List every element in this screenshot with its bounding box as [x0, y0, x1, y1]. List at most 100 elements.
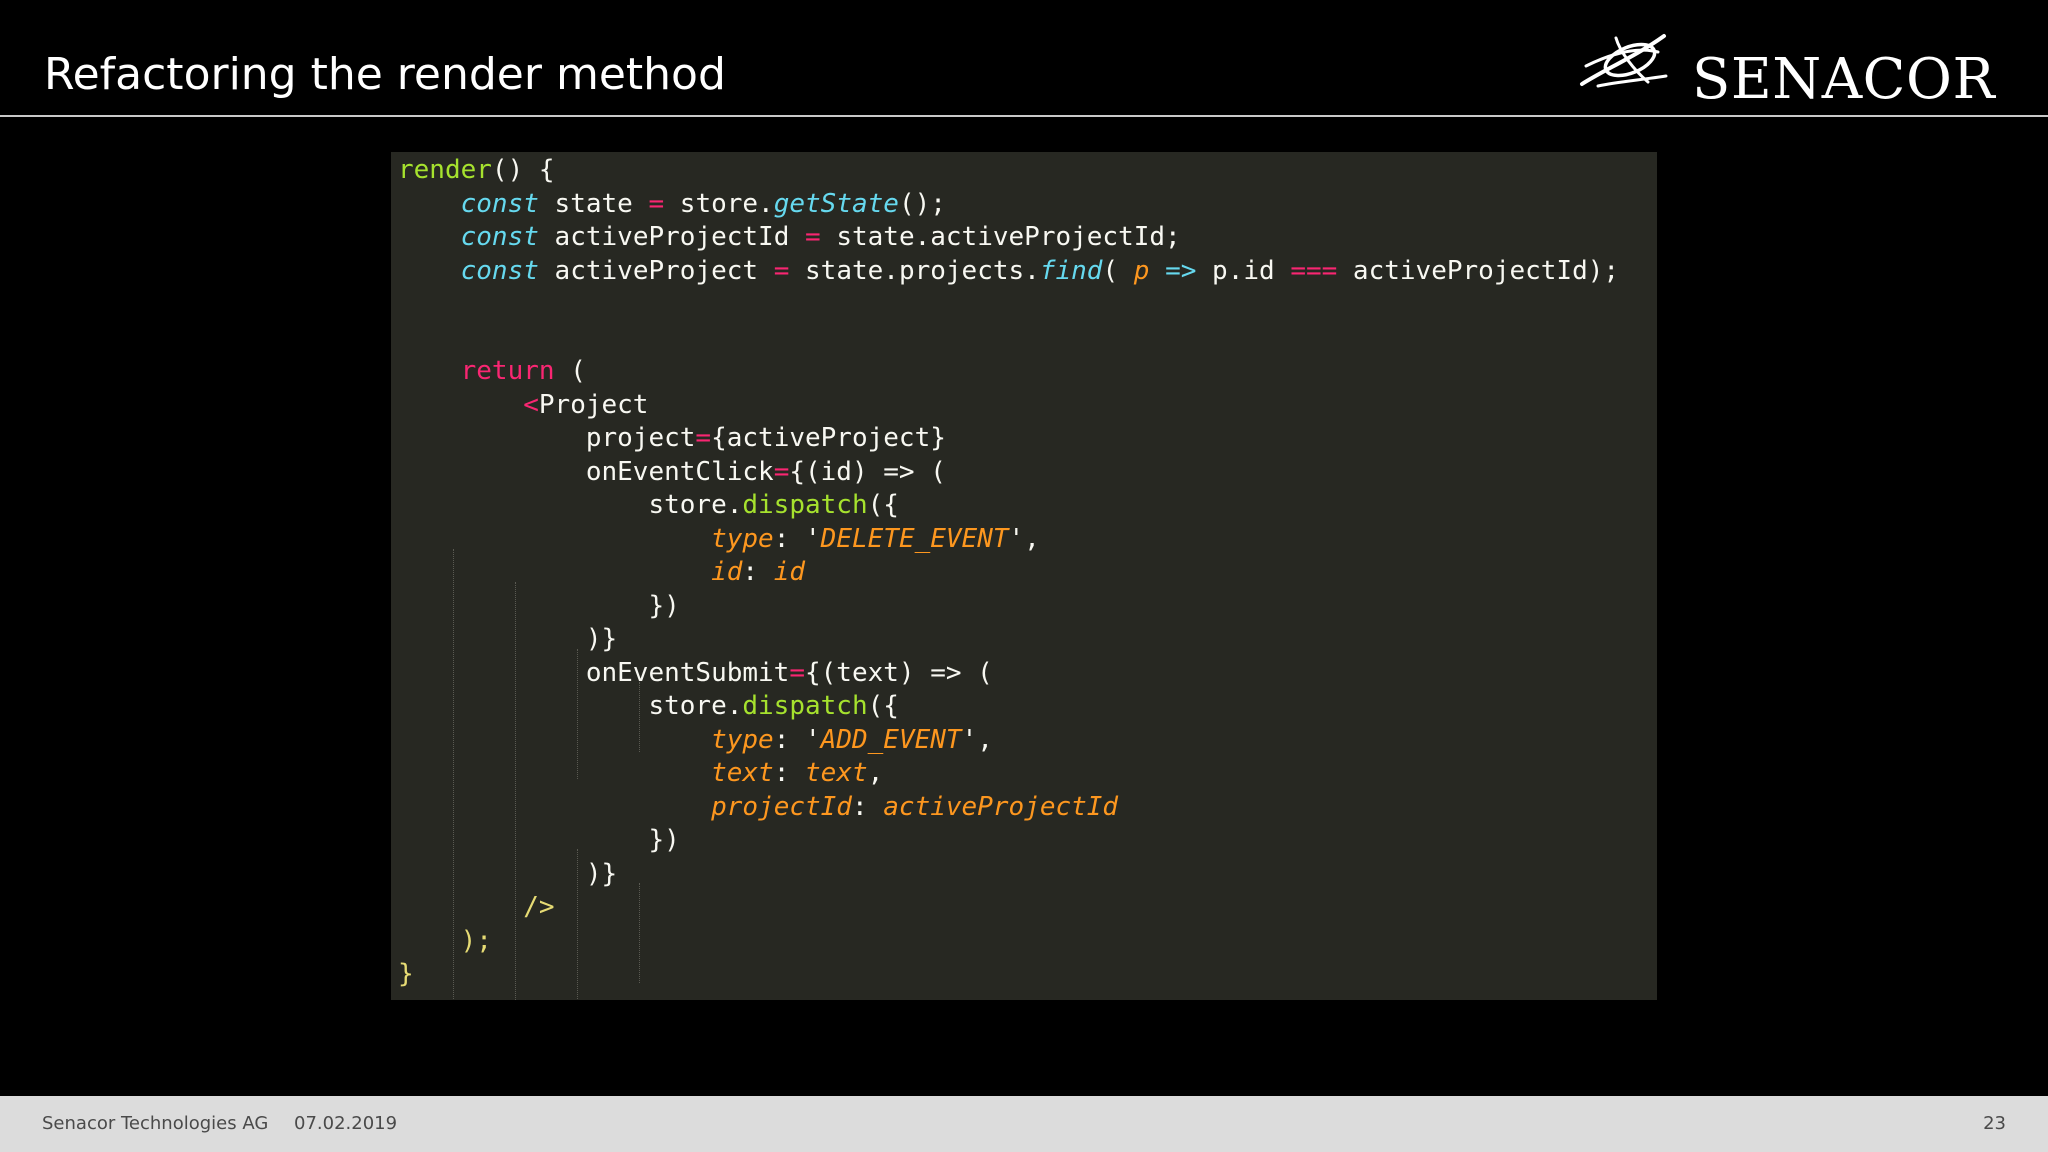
- code-token: ',: [1008, 523, 1040, 554]
- code-token: : ': [773, 724, 821, 755]
- code-line: )}: [398, 858, 1619, 892]
- code-token: =: [789, 657, 805, 688]
- code-line: onEventSubmit={(text) => (: [398, 657, 1619, 691]
- code-editor-panel: render() { const state = store.getState(…: [391, 152, 1657, 1000]
- code-token: store.: [398, 691, 743, 721]
- code-token: return: [460, 356, 555, 386]
- code-token: ',: [961, 724, 993, 755]
- code-token: state: [538, 188, 649, 219]
- code-line: store.dispatch({: [398, 690, 1619, 724]
- code-token: onEventClick: [398, 456, 774, 487]
- code-token: ({: [867, 490, 899, 520]
- code-token: :: [851, 791, 884, 822]
- code-token: p: [1133, 255, 1150, 286]
- code-line: const activeProjectId = state.activeProj…: [398, 221, 1619, 255]
- code-line: <Project: [398, 389, 1619, 423]
- footer-date: 07.02.2019: [294, 1113, 398, 1134]
- code-line: type: 'ADD_EVENT',: [398, 724, 1619, 758]
- code-token: type: [711, 724, 774, 755]
- code-token: state.projects.: [789, 255, 1040, 286]
- code-token: =: [695, 423, 712, 453]
- code-token: activeProjectId: [538, 222, 806, 252]
- senacor-swirl-logo-icon: [1580, 34, 1668, 88]
- code-token: ===: [1290, 255, 1338, 286]
- code-token: =: [773, 456, 790, 487]
- slide-title: Refactoring the render method: [44, 49, 726, 100]
- code-token: ADD_EVENT: [820, 724, 962, 755]
- code-token: const: [460, 255, 539, 286]
- code-token: />: [523, 892, 555, 922]
- senacor-logo: SENACOR: [1576, 26, 2016, 110]
- code-line: project={activeProject}: [398, 422, 1619, 456]
- code-token: dispatch: [742, 691, 868, 721]
- code-token: ({: [867, 691, 899, 721]
- code-token: <: [523, 389, 539, 420]
- code-token: DELETE_EVENT: [820, 523, 1009, 554]
- code-token: store.: [398, 490, 743, 520]
- code-token: : ': [773, 523, 821, 554]
- code-token: store.: [664, 188, 774, 219]
- code-line: }: [398, 958, 1619, 992]
- title-divider: [0, 115, 2048, 117]
- code-token: )}: [398, 858, 618, 889]
- code-token: (: [554, 356, 586, 386]
- code-token: ();: [898, 188, 946, 219]
- code-token: id: [711, 557, 743, 587]
- code-token: =: [773, 255, 790, 286]
- code-line: }): [398, 824, 1619, 858]
- code-token: find: [1039, 255, 1103, 286]
- code-token: dispatch: [742, 490, 868, 520]
- code-line: id: id: [398, 556, 1619, 590]
- code-token: =>: [1165, 255, 1197, 286]
- code-line: />: [398, 891, 1619, 925]
- code-line: }): [398, 590, 1619, 624]
- footer-company: Senacor Technologies AG: [42, 1113, 269, 1134]
- code-line: type: 'DELETE_EVENT',: [398, 523, 1619, 557]
- footer-bar: Senacor Technologies AG 07.02.2019 23: [0, 1096, 2048, 1152]
- code-line: text: text,: [398, 757, 1619, 791]
- code-line: render() {: [398, 154, 1619, 188]
- code-token: {(text) => (: [805, 657, 993, 688]
- code-token: type: [711, 523, 774, 554]
- code-token: =: [805, 222, 821, 252]
- code-token: activeProject: [538, 255, 774, 286]
- code-line: const state = store.getState();: [398, 188, 1619, 222]
- code-token: :: [773, 758, 806, 788]
- code-token: onEventSubmit: [398, 657, 790, 688]
- code-token: projectId: [711, 791, 852, 822]
- code-line: return (: [398, 355, 1619, 389]
- code-token: const: [460, 188, 539, 219]
- code-token: ,: [867, 758, 884, 788]
- code-line: store.dispatch({: [398, 489, 1619, 523]
- code-token: const: [460, 222, 539, 252]
- code-token: text: [711, 758, 774, 788]
- code-token: }): [398, 825, 680, 855]
- code-line: projectId: activeProjectId: [398, 791, 1619, 825]
- code-token: {(id) => (: [789, 456, 946, 487]
- code-token: id: [773, 557, 806, 587]
- code-token: project: [398, 423, 696, 453]
- code-token: =: [648, 188, 665, 219]
- code-token: }): [398, 590, 680, 621]
- code-token: state.activeProjectId;: [820, 222, 1181, 252]
- code-token: p.id: [1196, 255, 1291, 286]
- code-line: )}: [398, 623, 1619, 657]
- code-token: () {: [491, 155, 555, 185]
- logo-wordmark: SENACOR: [1692, 47, 1996, 112]
- code-line: const activeProject = state.projects.fin…: [398, 255, 1619, 289]
- code-token: activeProjectId: [883, 791, 1119, 822]
- code-token: }: [398, 959, 414, 989]
- code-token: (: [1102, 255, 1134, 286]
